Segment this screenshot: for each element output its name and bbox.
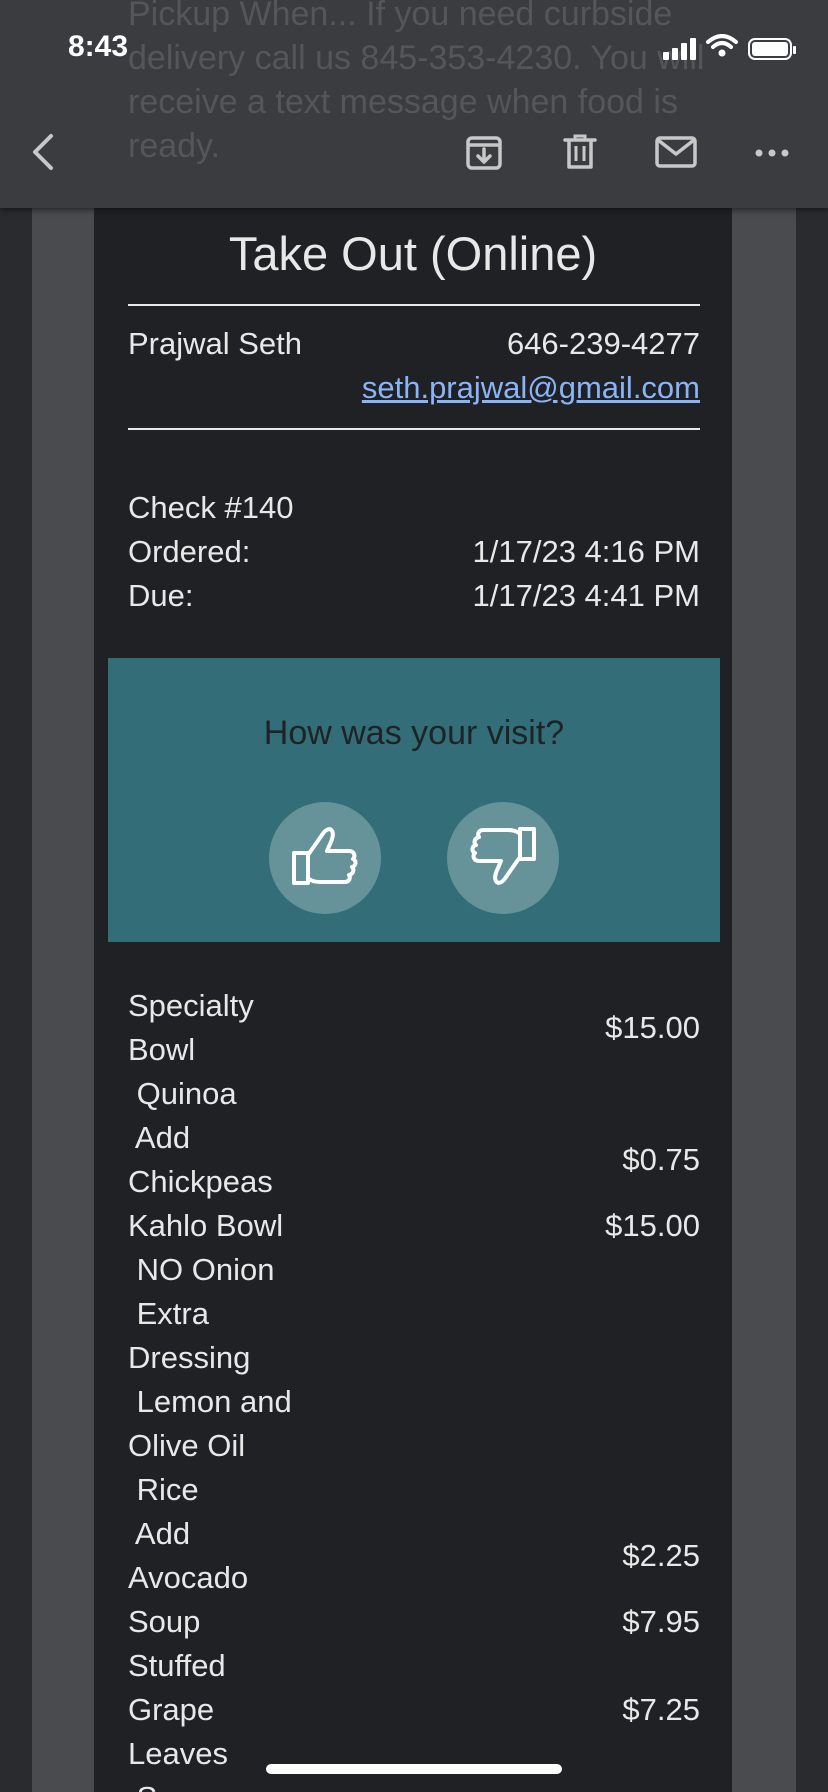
item-line: Specialty [128,988,254,1023]
item-line: Olive Oil [128,1428,246,1463]
item-line: Add [128,1516,191,1551]
status-icons [663,34,796,63]
divider [128,304,700,306]
item-line: Stuffed [128,1648,226,1683]
item-line: Quinoa [128,1076,237,1111]
item-price: $7.95 [622,1604,700,1639]
right-gutter [796,0,828,1792]
item-line: Add [128,1120,191,1155]
item-line: Soup [128,1604,201,1639]
thumbs-up-button[interactable] [269,802,381,914]
ordered-value: 1/17/23 4:16 PM [472,534,701,569]
ordered-label: Ordered: [128,534,251,569]
item-line: Kahlo Bowl [128,1208,284,1243]
email-background-text: Pickup When... If you need curbside deli… [128,0,705,165]
chevron-left-icon [29,132,59,177]
item-line: Extra [128,1296,209,1331]
more-button[interactable] [746,128,798,180]
archive-button[interactable] [458,128,510,180]
item-line: S [128,1776,158,1792]
divider [128,428,700,430]
item-price: $15.00 [605,1010,700,1045]
receipt-body: Take Out (Online) Prajwal Seth 646-239-4… [94,206,732,1792]
wifi-icon [706,34,738,63]
mark-unread-button[interactable] [650,128,702,180]
item-line: Bowl [128,1032,196,1067]
item-price: $2.25 [622,1538,700,1573]
delete-button[interactable] [554,128,606,180]
item-line: Chickpeas [128,1164,273,1199]
customer-email-link[interactable]: seth.prajwal@gmail.com [362,366,700,410]
survey-question: How was your visit? [263,714,565,752]
item-line: Leaves [128,1736,228,1771]
feedback-survey: How was your visit? [108,658,720,942]
battery-icon [748,37,796,60]
item-line: Grape [128,1692,215,1727]
item-price: $7.25 [622,1692,700,1727]
item-line: Dressing [128,1340,251,1375]
back-button[interactable] [18,128,70,180]
item-line: Avocado [128,1560,249,1595]
email-toolbar: Pickup When... If you need curbside deli… [0,0,828,208]
envelope-icon [654,135,698,174]
cellular-signal-icon [663,37,696,60]
left-gutter [0,0,32,1792]
thumbs-down-icon [466,821,540,896]
check-number: Check #140 [128,490,294,525]
receipt-title: Take Out (Online) [228,227,598,280]
item-line: NO Onion [128,1252,275,1287]
customer-name: Prajwal Seth [128,326,303,361]
item-price: $0.75 [622,1142,700,1177]
item-line: Rice [128,1472,199,1507]
item-line: Lemon and [128,1384,292,1419]
item-price: $15.00 [605,1208,700,1243]
customer-phone[interactable]: 646-239-4277 [507,322,700,366]
thumbs-down-button[interactable] [447,802,559,914]
due-label: Due: [128,578,194,613]
more-horizontal-icon [754,145,790,163]
due-value: 1/17/23 4:41 PM [472,578,701,613]
trash-icon [562,132,598,177]
thumbs-up-icon [288,821,362,896]
home-indicator[interactable] [266,1764,562,1774]
archive-icon [464,132,504,177]
status-time: 8:43 [68,30,129,63]
